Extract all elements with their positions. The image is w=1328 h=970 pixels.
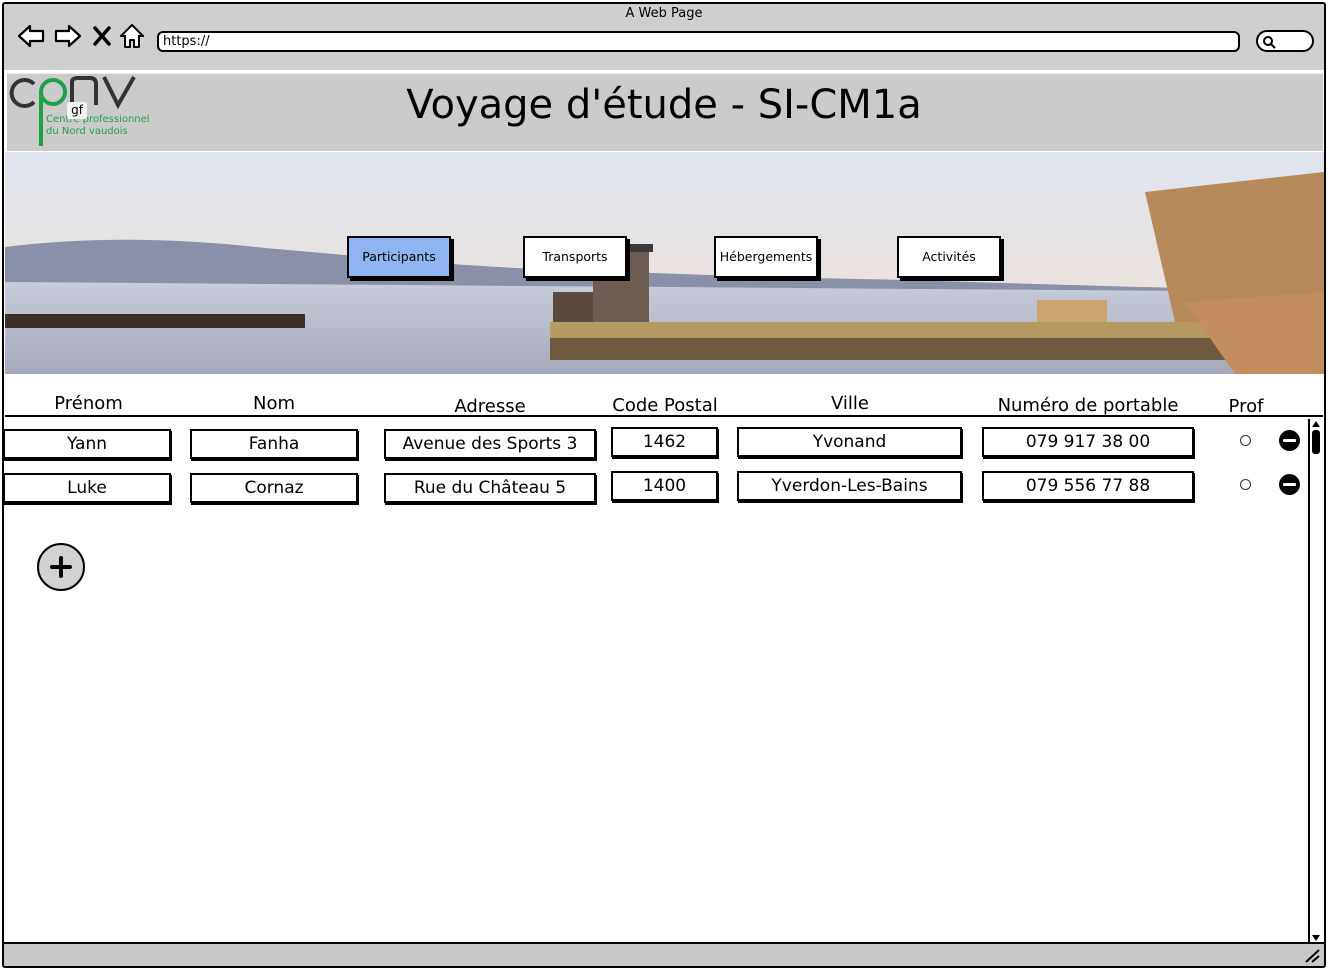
lake-landscape-image bbox=[5, 152, 1324, 374]
tab-transports[interactable]: Transports bbox=[523, 236, 627, 278]
column-header-prof: Prof bbox=[1228, 396, 1264, 417]
prenom-field[interactable]: Yann bbox=[3, 429, 171, 459]
table-row: Luke Cornaz Rue du Château 5 1400 Yverdo… bbox=[0, 469, 1300, 509]
search-icon bbox=[1263, 36, 1276, 49]
scroll-up-icon[interactable] bbox=[1311, 420, 1321, 428]
tab-activites[interactable]: Activités bbox=[897, 236, 1001, 278]
code-postal-field[interactable]: 1400 bbox=[611, 471, 718, 501]
column-header-code-postal: Code Postal bbox=[612, 395, 718, 416]
table-row: Yann Fanha Avenue des Sports 3 1462 Yvon… bbox=[0, 425, 1300, 465]
remove-row-icon[interactable] bbox=[1279, 474, 1300, 495]
tab-participants[interactable]: Participants bbox=[347, 236, 451, 278]
ville-field[interactable]: Yvonand bbox=[737, 427, 962, 457]
adresse-field[interactable]: Avenue des Sports 3 bbox=[384, 429, 596, 459]
prof-radio[interactable] bbox=[1240, 435, 1251, 446]
column-header-ville: Ville bbox=[831, 393, 869, 414]
nom-field[interactable]: Fanha bbox=[190, 429, 358, 459]
window-title: A Web Page bbox=[625, 6, 703, 21]
url-field[interactable]: https:// bbox=[157, 31, 1240, 52]
column-header-nom: Nom bbox=[252, 393, 295, 414]
scroll-down-icon[interactable] bbox=[1311, 934, 1321, 942]
forward-icon[interactable] bbox=[54, 22, 82, 50]
nom-field[interactable]: Cornaz bbox=[190, 473, 358, 503]
add-row-button[interactable] bbox=[37, 543, 85, 591]
remove-row-icon[interactable] bbox=[1279, 430, 1300, 451]
home-icon[interactable] bbox=[118, 22, 146, 50]
browser-search-field[interactable] bbox=[1256, 30, 1314, 52]
close-icon[interactable] bbox=[90, 22, 114, 50]
column-header-prenom: Prénom bbox=[54, 393, 123, 414]
vertical-scrollbar[interactable] bbox=[1308, 419, 1324, 943]
tab-hebergements[interactable]: Hébergements bbox=[714, 236, 818, 278]
scrollbar-thumb[interactable] bbox=[1312, 430, 1320, 454]
portable-field[interactable]: 079 917 38 00 bbox=[982, 427, 1194, 457]
code-postal-field[interactable]: 1462 bbox=[611, 427, 718, 457]
prenom-field[interactable]: Luke bbox=[3, 473, 171, 503]
table-header-divider bbox=[5, 415, 1323, 417]
column-header-adresse: Adresse bbox=[454, 396, 526, 417]
back-icon[interactable] bbox=[17, 22, 45, 50]
resize-grip-icon[interactable] bbox=[1303, 947, 1321, 963]
column-header-portable: Numéro de portable bbox=[997, 395, 1179, 416]
portable-field[interactable]: 079 556 77 88 bbox=[982, 471, 1194, 501]
ville-field[interactable]: Yverdon-Les-Bains bbox=[737, 471, 962, 501]
adresse-field[interactable]: Rue du Château 5 bbox=[384, 473, 596, 503]
page-title: Voyage d'étude - SI-CM1a bbox=[406, 82, 922, 128]
status-bar bbox=[4, 942, 1324, 966]
add-row-icon bbox=[50, 556, 72, 578]
hero-image bbox=[5, 152, 1324, 374]
prof-radio[interactable] bbox=[1240, 479, 1251, 490]
